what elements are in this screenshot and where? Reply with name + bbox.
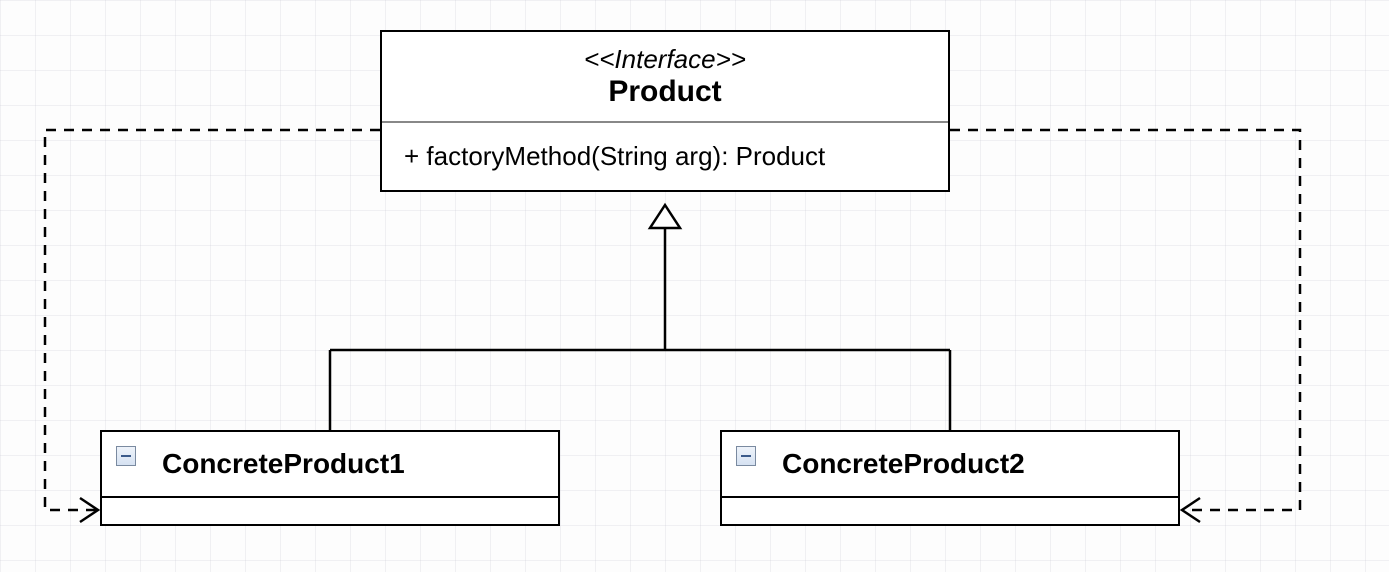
collapse-icon[interactable] (116, 446, 136, 466)
class-product[interactable]: <<Interface>> Product + factoryMethod(St… (380, 30, 950, 192)
class-name: ConcreteProduct2 (722, 432, 1178, 496)
class-concreteproduct1[interactable]: ConcreteProduct1 (100, 430, 560, 526)
uml-diagram: <<Interface>> Product + factoryMethod(St… (0, 0, 1389, 572)
class-name: Product (382, 75, 948, 121)
class-body (102, 496, 558, 524)
class-concreteproduct2[interactable]: ConcreteProduct2 (720, 430, 1180, 526)
class-name: ConcreteProduct1 (102, 432, 558, 496)
class-body (722, 496, 1178, 524)
method-signature: + factoryMethod(String arg): Product (382, 123, 948, 190)
collapse-icon[interactable] (736, 446, 756, 466)
stereotype-label: <<Interface>> (382, 32, 948, 75)
